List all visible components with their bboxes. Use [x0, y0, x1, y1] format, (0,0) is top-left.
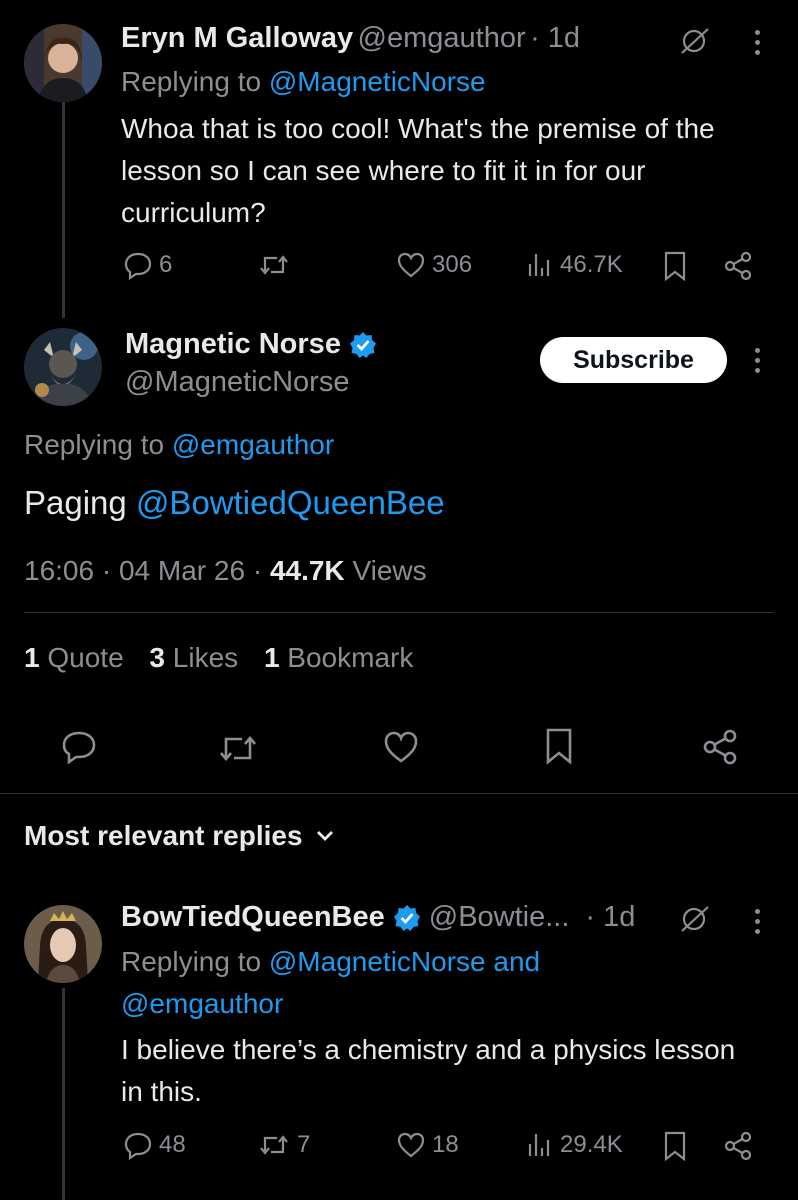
- avatar-magnetic-norse[interactable]: [24, 328, 102, 406]
- repost-button[interactable]: 7: [257, 1130, 310, 1160]
- share-button[interactable]: [722, 250, 754, 282]
- replying-label: Replying to: [121, 946, 262, 977]
- subscribe-button[interactable]: Subscribe: [540, 337, 727, 383]
- likes-stat[interactable]: 3 Likes: [149, 642, 246, 673]
- bookmark-button[interactable]: [661, 1130, 689, 1162]
- reply-button[interactable]: 48: [123, 1130, 186, 1160]
- separator-dot: ·: [252, 555, 263, 586]
- author-handle[interactable]: @emgauthor: [358, 22, 526, 54]
- mention-link[interactable]: @BowtiedQueenBee: [136, 484, 445, 521]
- author-handle[interactable]: @Bowtie...: [429, 901, 570, 934]
- post-time: 16:06: [24, 555, 95, 586]
- bookmarks-count: 1: [263, 642, 280, 673]
- thread-line-bottom: [62, 988, 65, 1200]
- views-count: 29.4K: [560, 1131, 623, 1158]
- author-name[interactable]: Magnetic Norse: [125, 328, 341, 361]
- like-button[interactable]: 306: [396, 250, 472, 280]
- repost-count: 7: [297, 1131, 311, 1158]
- reply-button[interactable]: 6: [123, 250, 172, 280]
- divider: [24, 612, 774, 613]
- more-options-icon[interactable]: [755, 30, 761, 60]
- more-options-icon[interactable]: [755, 909, 761, 939]
- replying-to-link[interactable]: @emgauthor: [172, 429, 334, 460]
- post-time: · 1d: [530, 22, 581, 54]
- replying-to-link[interactable]: @MagneticNorse: [269, 66, 486, 97]
- divider: [0, 793, 798, 794]
- chevron-down-icon: [316, 831, 333, 841]
- sort-label: Most relevant replies: [24, 820, 303, 851]
- subscribe-label: Subscribe: [573, 345, 694, 374]
- post-time: · 1d: [585, 901, 636, 933]
- author-handle[interactable]: @MagneticNorse: [125, 366, 349, 399]
- avatar-eryn[interactable]: [24, 24, 102, 102]
- quotes-count: 1: [24, 642, 40, 673]
- author-name[interactable]: BowTiedQueenBee: [121, 901, 385, 934]
- post-text: I believe there’s a chemistry and a phys…: [121, 1034, 736, 1107]
- repost-button[interactable]: [257, 250, 291, 280]
- views-label: Views: [352, 555, 427, 586]
- views-button[interactable]: 46.7K: [524, 250, 623, 280]
- reply-button[interactable]: [60, 728, 98, 771]
- replying-to-link[interactable]: @MagneticNorse: [269, 946, 486, 977]
- sort-replies-dropdown[interactable]: Most relevant replies: [24, 820, 335, 852]
- reply-count: 6: [159, 251, 173, 278]
- likes-count: 3: [149, 642, 165, 673]
- replying-label: Replying to: [121, 66, 262, 97]
- post-text: Paging: [24, 484, 127, 521]
- post-date: 04 Mar 26: [118, 555, 246, 586]
- quotes-stat[interactable]: 1 Quote: [24, 642, 131, 673]
- verified-badge-icon: [349, 331, 376, 358]
- like-count: 18: [432, 1131, 459, 1158]
- bookmark-button[interactable]: [542, 726, 576, 771]
- author-name[interactable]: Eryn M Galloway: [121, 22, 353, 54]
- post-text: Whoa that is too cool! What's the premis…: [121, 113, 715, 228]
- thread-line-top: [62, 100, 65, 318]
- replying-and: and: [493, 946, 541, 977]
- bookmarks-label: Bookmark: [287, 642, 414, 673]
- share-button[interactable]: [722, 1130, 754, 1162]
- more-options-icon[interactable]: [755, 348, 761, 378]
- replying-label: Replying to: [24, 429, 165, 460]
- bookmarks-stat[interactable]: 1 Bookmark: [264, 642, 413, 673]
- grok-icon[interactable]: [678, 904, 712, 939]
- separator-dot: ·: [101, 555, 112, 586]
- avatar-bowtiedqueenbee[interactable]: [24, 905, 102, 983]
- verified-badge-icon: [393, 904, 420, 931]
- likes-label: Likes: [172, 642, 239, 673]
- views-button[interactable]: 29.4K: [524, 1130, 623, 1160]
- quotes-label: Quote: [47, 642, 124, 673]
- bookmark-button[interactable]: [661, 250, 689, 282]
- views-count: 46.7K: [560, 251, 623, 278]
- grok-icon[interactable]: [678, 26, 712, 61]
- views-count[interactable]: 44.7K: [270, 555, 345, 586]
- like-count: 306: [432, 251, 473, 278]
- like-button[interactable]: [382, 729, 420, 770]
- repost-button[interactable]: [216, 730, 260, 771]
- replying-to-link[interactable]: @emgauthor: [121, 988, 283, 1019]
- share-button[interactable]: [700, 727, 740, 772]
- reply-count: 48: [159, 1131, 186, 1158]
- like-button[interactable]: 18: [396, 1130, 459, 1160]
